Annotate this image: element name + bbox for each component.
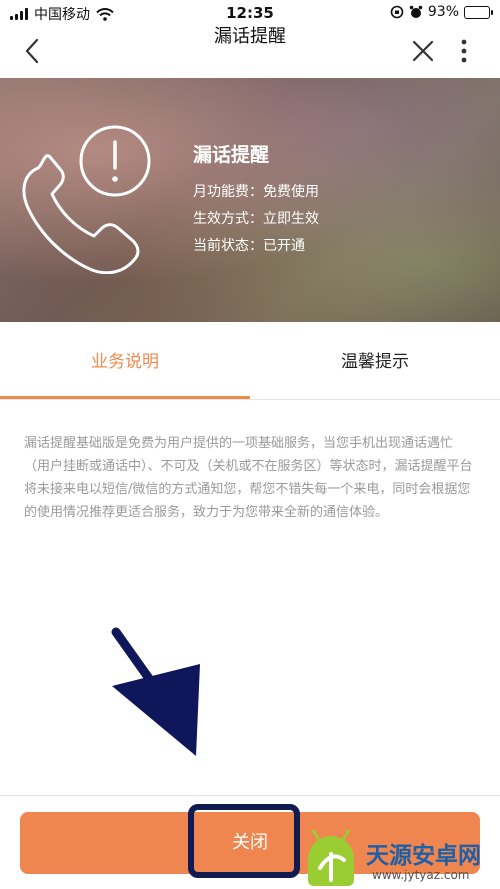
close-icon[interactable] bbox=[408, 36, 438, 66]
banner-title: 漏话提醒 bbox=[193, 144, 270, 166]
tab-bar: 业务说明 温馨提示 bbox=[0, 322, 500, 400]
battery-percent: 93% bbox=[427, 4, 459, 20]
alarm-icon bbox=[409, 5, 423, 18]
status-bar: 中国移动 12:35 93% bbox=[0, 0, 500, 26]
annotation-arrow-icon bbox=[111, 627, 200, 756]
status-right: 93% bbox=[390, 4, 493, 20]
banner-status: 当前状态：已开通 bbox=[193, 238, 305, 254]
tab-service-description[interactable]: 业务说明 bbox=[0, 322, 250, 400]
banner-monthly-fee: 月功能费：免费使用 bbox=[193, 184, 319, 200]
service-banner: 漏话提醒 月功能费：免费使用 生效方式：立即生效 当前状态：已开通 bbox=[0, 78, 500, 322]
banner-effective: 生效方式：立即生效 bbox=[193, 211, 319, 227]
phone-alert-icon bbox=[22, 125, 151, 274]
tab-active-indicator bbox=[0, 396, 250, 399]
battery-icon bbox=[464, 5, 493, 19]
watermark: 天源安卓网 www.jytyaz.com bbox=[300, 830, 500, 889]
nav-bar: 漏话提醒 bbox=[0, 26, 500, 78]
more-icon[interactable] bbox=[452, 36, 476, 66]
bottom-divider bbox=[0, 795, 500, 796]
tab-tips[interactable]: 温馨提示 bbox=[250, 322, 500, 400]
watermark-title: 天源安卓网 bbox=[366, 843, 481, 869]
rotation-lock-icon bbox=[390, 5, 404, 19]
watermark-url: www.jytyaz.com bbox=[372, 868, 470, 882]
service-description-text: 漏话提醒基础版是免费为用户提供的一项基础服务，当您手机出现通话遇忙（用户挂断或通… bbox=[24, 436, 473, 520]
banner-info: 漏话提醒 月功能费：免费使用 生效方式：立即生效 当前状态：已开通 bbox=[193, 140, 319, 260]
watermark-logo-icon bbox=[308, 830, 354, 886]
